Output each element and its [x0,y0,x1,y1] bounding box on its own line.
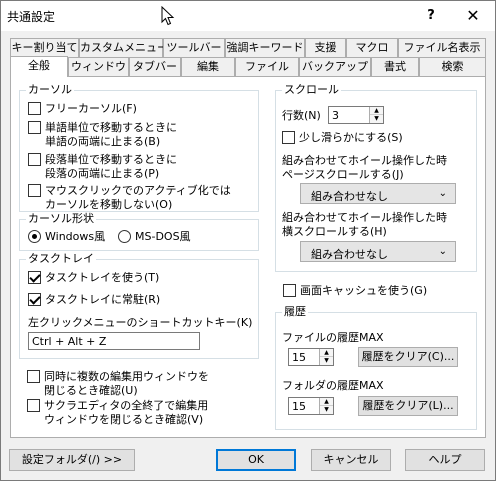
free-cursor-label: フリーカーソル(F) [45,102,137,115]
mouse-activate-label-2: カーソルを移動しない(O) [45,198,173,211]
chevron-down-icon: ⌄ [438,246,447,257]
file-history-label: ファイルの履歴MAX [282,331,384,344]
word-move-label-1: 単語単位で移動するときに [45,121,177,134]
scroll-group-title: スクロール [282,83,341,97]
windows-style-label: Windows風 [45,230,106,243]
chevron-down-icon: ⌄ [438,188,447,199]
general-tab-panel: カーソル フリーカーソル(F) 単語単位で移動するときに 単語の両端に止まる(B… [10,76,486,438]
help-title-button[interactable]: ? [413,1,449,31]
screen-cache-label: 画面キャッシュを使う(G) [300,284,428,297]
settings-dialog: 共通設定 ? ✕ キー割り当て カスタムメニュー ツールバー 強調キーワード 支… [0,0,496,481]
tasktray-group-title: タスクトレイ [26,252,96,266]
tab-keyword[interactable]: 強調キーワード [225,38,305,57]
spin-up-icon[interactable]: ▲ [320,349,333,357]
tasktray-resident-label: タスクトレイに常駐(R) [45,293,161,306]
tab-toolbar[interactable]: ツールバー [163,38,225,57]
title-bar: 共通設定 ? ✕ [1,1,495,31]
help-button[interactable]: ヘルプ [405,449,485,471]
tab-keybind[interactable]: キー割り当て [10,38,79,57]
msdos-style-radio[interactable] [118,230,131,243]
horiz-wheel-select-value: 組み合わせなし [311,248,388,261]
mouse-activate-checkbox[interactable] [28,184,41,197]
tab-support[interactable]: 支援 [305,38,346,57]
exit-close-label-1: サクラエディタの全終了で編集用 [44,399,209,412]
mouse-activate-label-1: マウスクリックでのアクティブ化では [45,184,231,197]
multi-close-label-1: 同時に複数の編集用ウィンドウを [44,370,209,383]
tab-search[interactable]: 検索 [419,57,486,76]
cursor-group-title: カーソル [26,83,74,97]
page-wheel-label-1: 組み合わせてホイール操作した時 [282,154,447,167]
folder-history-label: フォルダの履歴MAX [282,379,384,392]
exit-close-label-2: ウィンドウを閉じるとき確認(V) [44,413,204,426]
exit-close-confirm-checkbox[interactable] [27,399,40,412]
horiz-wheel-select[interactable]: 組み合わせなし ⌄ [300,241,456,262]
msdos-style-label: MS-DOS風 [135,230,191,243]
settings-folder-button[interactable]: 設定フォルダ(/) >> [9,449,135,471]
horiz-wheel-label-2: 横スクロールする(H) [282,225,387,238]
tab-macro[interactable]: マクロ [346,38,398,57]
word-move-checkbox[interactable] [28,121,41,134]
tab-custom-menu[interactable]: カスタムメニュー [79,38,168,57]
spin-down-icon[interactable]: ▼ [320,406,333,414]
tasktray-use-label: タスクトレイを使う(T) [45,271,160,284]
page-wheel-select-value: 組み合わせなし [311,190,388,203]
horiz-wheel-label-1: 組み合わせてホイール操作した時 [282,211,447,224]
history-group-title: 履歴 [282,305,308,319]
history-group: 履歴 ファイルの履歴MAX 15 ▲ ▼ 履歴をクリア(C)... フォルダの履… [275,305,477,430]
cursor-shape-group: カーソル形状 Windows風 MS-DOS風 [19,212,259,251]
file-history-value: 15 [292,351,306,364]
clear-file-history-button[interactable]: 履歴をクリア(C)... [358,347,458,367]
tab-general[interactable]: 全般 [10,56,68,77]
tab-tabbar[interactable]: タブバー [129,57,181,76]
tab-filename-display[interactable]: ファイル名表示 [398,38,486,57]
para-move-checkbox[interactable] [28,153,41,166]
cursor-group: カーソル フリーカーソル(F) 単語単位で移動するときに 単語の両端に止まる(B… [19,83,259,212]
spin-down-icon[interactable]: ▼ [370,115,383,123]
windows-style-radio[interactable] [28,230,41,243]
tab-format[interactable]: 書式 [371,57,419,76]
tasktray-use-checkbox[interactable] [28,271,41,284]
mouse-pointer-icon [161,6,175,26]
folder-history-value: 15 [292,400,306,413]
scroll-lines-label: 行数(N) [282,109,321,122]
cursor-shape-group-title: カーソル形状 [26,212,96,226]
para-move-label-1: 段落単位で移動するときに [45,153,177,166]
screen-cache-checkbox[interactable] [283,284,296,297]
multi-close-label-2: 閉じるとき確認(U) [44,384,138,397]
clear-folder-history-button[interactable]: 履歴をクリア(L)... [358,396,458,416]
shortcut-key-input[interactable]: Ctrl + Alt + Z [28,332,200,350]
shortcut-key-label: 左クリックメニューのショートカットキー(K) [28,316,253,329]
tab-edit[interactable]: 編集 [181,57,235,76]
page-wheel-select[interactable]: 組み合わせなし ⌄ [300,183,456,204]
spin-down-icon[interactable]: ▼ [320,357,333,365]
para-move-label-2: 段落の両端に止まる(P) [45,167,160,180]
tab-window[interactable]: ウィンドウ [68,57,129,76]
ok-button[interactable]: OK [216,449,296,471]
close-button[interactable]: ✕ [455,1,491,31]
file-history-spinner[interactable]: 15 ▲ ▼ [288,348,334,366]
word-move-label-2: 単語の両端に止まる(B) [45,135,161,148]
folder-history-spinner[interactable]: 15 ▲ ▼ [288,397,334,415]
spin-up-icon[interactable]: ▲ [320,398,333,406]
tab-file[interactable]: ファイル [235,57,299,76]
window-title: 共通設定 [7,10,56,24]
cancel-button[interactable]: キャンセル [311,449,391,471]
scroll-group: スクロール 行数(N) 3 ▲ ▼ 少し滑らかにする(S) 組み合わせてホイール… [275,83,477,272]
multi-close-confirm-checkbox[interactable] [27,370,40,383]
page-wheel-label-2: ページスクロールする(J) [282,168,404,181]
tasktray-group: タスクトレイ タスクトレイを使う(T) タスクトレイに常駐(R) 左クリックメニ… [19,252,259,359]
tasktray-resident-checkbox[interactable] [28,293,41,306]
scroll-lines-spinner[interactable]: 3 ▲ ▼ [328,106,384,124]
smooth-scroll-label: 少し滑らかにする(S) [299,131,403,144]
tab-backup[interactable]: バックアップ [299,57,371,76]
smooth-scroll-checkbox[interactable] [282,131,295,144]
free-cursor-checkbox[interactable] [28,102,41,115]
scroll-lines-value: 3 [332,109,339,122]
spin-up-icon[interactable]: ▲ [370,107,383,115]
